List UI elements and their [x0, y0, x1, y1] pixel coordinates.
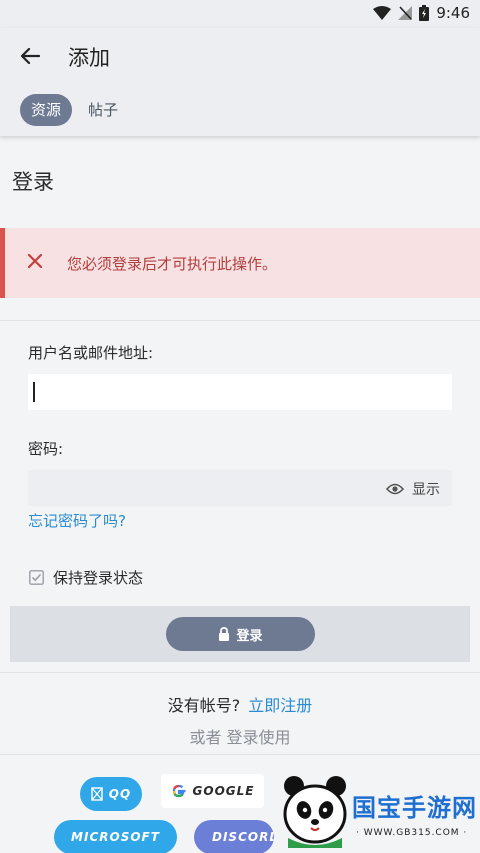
remember-me-label: 保持登录状态 [53, 569, 144, 587]
error-alert: 您必须登录后才可执行此操作。 [0, 228, 480, 298]
status-icons: 9:46 [373, 4, 470, 22]
google-label: GOOGLE [192, 784, 255, 798]
qq-label: QQ [108, 787, 132, 801]
forgot-password-link[interactable]: 忘记密码了吗? [28, 510, 126, 531]
no-signal-icon [398, 6, 413, 20]
no-account-text: 没有帐号? [167, 696, 241, 715]
battery-icon [419, 5, 430, 21]
microsoft-login-button[interactable]: MICROSOFT [54, 820, 177, 853]
page-title: 登录 [12, 170, 54, 194]
alert-message: 您必须登录后才可执行此操作。 [67, 255, 278, 273]
register-prompt: 没有帐号? 立即注册 [0, 692, 480, 716]
watermark-title: 国宝手游网 [352, 794, 477, 822]
eye-icon [386, 483, 404, 495]
discord-label: DISCORD [212, 830, 274, 844]
tab-resources[interactable]: 资源 [20, 94, 73, 126]
arrow-left-icon [20, 47, 40, 65]
qq-icon [91, 787, 103, 801]
watermark-logo: 国宝手游网 · WWW.GB315.COM · [278, 770, 480, 853]
qq-login-button[interactable]: QQ [80, 777, 142, 811]
show-password-label: 显示 [412, 482, 440, 498]
divider [0, 320, 480, 321]
login-button[interactable]: 登录 [166, 617, 315, 651]
remember-me-checkbox[interactable]: 保持登录状态 [28, 567, 143, 588]
divider [0, 754, 480, 755]
or-login-with-text: 或者 登录使用 [189, 728, 291, 747]
divider [0, 672, 480, 673]
panda-icon [283, 776, 347, 848]
username-label: 用户名或邮件地址: [28, 344, 154, 362]
app-bar: 添加 资源 帖子 [0, 28, 480, 136]
app-title: 添加 [68, 46, 110, 70]
status-time: 9:46 [436, 4, 470, 22]
lock-icon [219, 627, 230, 641]
password-label: 密码: [28, 440, 64, 458]
wifi-icon [373, 6, 392, 20]
google-icon [172, 784, 186, 798]
login-button-label: 登录 [236, 628, 263, 644]
close-icon [27, 253, 43, 273]
status-bar: 9:46 [0, 0, 480, 28]
microsoft-label: MICROSOFT [71, 830, 160, 844]
username-input[interactable] [28, 374, 452, 410]
login-button-area: 登录 [10, 606, 470, 662]
back-button[interactable] [16, 42, 44, 70]
register-link[interactable]: 立即注册 [248, 696, 312, 715]
watermark-url: · WWW.GB315.COM · [356, 828, 468, 838]
tab-posts[interactable]: 帖子 [77, 94, 129, 126]
discord-login-button[interactable]: DISCORD [194, 820, 274, 853]
google-login-button[interactable]: GOOGLE [161, 774, 264, 808]
show-password-toggle[interactable]: 显示 [386, 479, 440, 499]
checkbox-icon [28, 570, 44, 586]
text-caret [33, 382, 35, 402]
